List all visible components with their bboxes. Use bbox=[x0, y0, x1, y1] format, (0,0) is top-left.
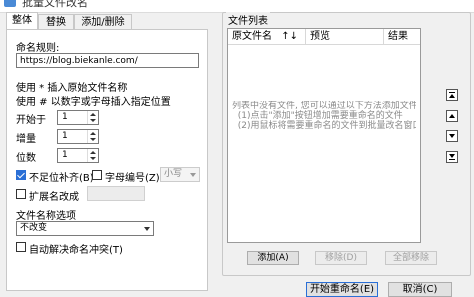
list-header: 原文件名 ↑↓ 预览 结果 bbox=[228, 29, 420, 45]
digits-label: 位数 bbox=[16, 153, 36, 164]
move-down-button[interactable] bbox=[446, 130, 458, 142]
ext-checkbox[interactable] bbox=[16, 189, 26, 199]
chevron-down-icon bbox=[190, 173, 196, 177]
step-spinner[interactable]: 1 bbox=[57, 129, 99, 144]
move-top-button[interactable] bbox=[446, 89, 458, 101]
start-spinner[interactable]: 1 bbox=[57, 110, 99, 125]
remove-button[interactable]: 移除(D) bbox=[315, 251, 367, 265]
naming-rule-input[interactable]: https://blog.biekanle.com/ bbox=[16, 53, 199, 68]
col-preview-label: 预览 bbox=[310, 31, 330, 42]
tab-overall[interactable]: 整体 bbox=[6, 12, 38, 30]
filename-options-label: 文件名称选项 bbox=[16, 211, 76, 222]
sort-icon: ↑↓ bbox=[281, 31, 298, 42]
file-list-title: 文件列表 bbox=[226, 12, 270, 27]
arrow-up-icon bbox=[90, 132, 96, 135]
move-down-icon bbox=[449, 134, 455, 138]
case-select[interactable]: 小写 bbox=[160, 167, 200, 182]
letter-checkbox[interactable] bbox=[92, 170, 102, 180]
move-up-icon bbox=[449, 114, 455, 118]
add-button[interactable]: 添加(A) bbox=[247, 251, 299, 265]
cancel-button[interactable]: 取消(C) bbox=[388, 282, 452, 297]
arrow-up-icon bbox=[90, 151, 96, 154]
ext-label: 扩展名改成 bbox=[29, 192, 79, 203]
start-value: 1 bbox=[62, 112, 68, 122]
pad-checkbox[interactable] bbox=[16, 170, 26, 180]
move-bottom-icon bbox=[449, 154, 455, 160]
tab-add-delete[interactable]: 添加/删除 bbox=[74, 14, 132, 30]
pad-label: 不足位补齐(B) bbox=[29, 173, 94, 184]
auto-resolve-checkbox[interactable] bbox=[16, 242, 26, 252]
arrow-down-icon bbox=[90, 157, 96, 160]
move-top-icon bbox=[449, 92, 455, 98]
chevron-down-icon bbox=[144, 227, 150, 231]
col-preview[interactable]: 预览 bbox=[306, 29, 384, 44]
file-list[interactable]: 原文件名 ↑↓ 预览 结果 列表中没有文件, 您可以通过以下方法添加文件: (1… bbox=[227, 28, 421, 243]
arrow-up-icon bbox=[90, 113, 96, 116]
filename-options-value: 不改变 bbox=[20, 223, 48, 233]
col-result-label: 结果 bbox=[388, 31, 408, 42]
case-value: 小写 bbox=[164, 169, 183, 179]
arrow-down-icon bbox=[90, 138, 96, 141]
hint-star: 使用 * 插入原始文件名称 bbox=[16, 83, 128, 94]
step-spin-arrows[interactable] bbox=[87, 130, 98, 143]
col-original-name[interactable]: 原文件名 ↑↓ bbox=[228, 29, 306, 44]
move-bottom-button[interactable] bbox=[446, 151, 458, 163]
start-spin-arrows[interactable] bbox=[87, 111, 98, 124]
ext-input[interactable] bbox=[87, 186, 145, 201]
col-result[interactable]: 结果 bbox=[384, 29, 420, 44]
letter-label: 字母编号(Z) bbox=[105, 173, 160, 184]
window-title: 批量文件改名 bbox=[22, 0, 88, 9]
empty-list-message: 列表中没有文件, 您可以通过以下方法添加文件: (1)点击"添加"按钮增加需要重… bbox=[232, 101, 416, 131]
app-icon bbox=[4, 0, 16, 7]
start-rename-button[interactable]: 开始重命名(E) bbox=[306, 282, 378, 297]
digits-value: 1 bbox=[62, 150, 68, 160]
auto-resolve-label: 自动解决命名冲突(T) bbox=[29, 245, 123, 256]
step-value: 1 bbox=[62, 131, 68, 141]
remove-all-button[interactable]: 全部移除 bbox=[385, 251, 437, 265]
col-original-label: 原文件名 bbox=[232, 31, 272, 42]
hint-hash: 使用 # 以数字或字母插入指定位置 bbox=[16, 97, 171, 108]
step-label: 增量 bbox=[16, 134, 36, 145]
start-label: 开始于 bbox=[16, 115, 46, 126]
filename-options-select[interactable]: 不改变 bbox=[16, 221, 154, 236]
digits-spin-arrows[interactable] bbox=[87, 149, 98, 162]
digits-spinner[interactable]: 1 bbox=[57, 148, 99, 163]
arrow-down-icon bbox=[90, 119, 96, 122]
tab-replace[interactable]: 替换 bbox=[38, 14, 74, 30]
move-up-button[interactable] bbox=[446, 110, 458, 122]
naming-rule-label: 命名规则: bbox=[16, 43, 60, 54]
